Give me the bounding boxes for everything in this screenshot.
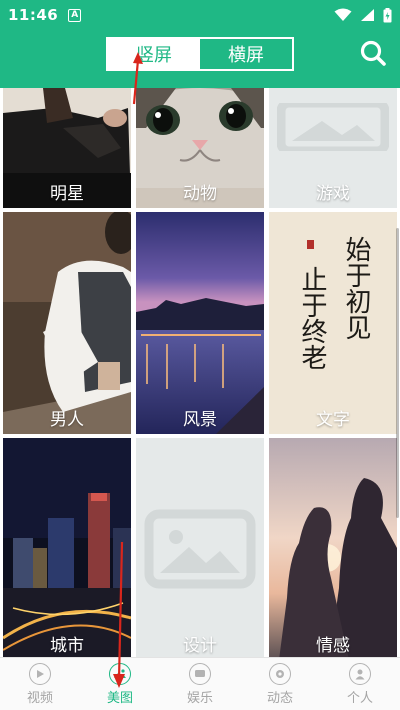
status-bar: 11:46 A xyxy=(0,0,400,30)
image-icon xyxy=(109,662,131,685)
category-tile-scenery[interactable]: 风景 xyxy=(136,212,264,434)
category-tile-men[interactable]: 男人 xyxy=(3,212,131,434)
category-label: 明星 xyxy=(50,184,84,204)
emotion-thumbnail xyxy=(269,438,397,657)
nav-item-video[interactable]: 视频 xyxy=(0,658,80,710)
notification-app-icon: A xyxy=(68,8,82,22)
nav-item-feed[interactable]: 动态 xyxy=(240,658,320,710)
city-thumbnail xyxy=(3,438,131,657)
category-grid: 明星 动物 游戏 男人 风景 始于初见 止于终老 文字 城市 设计 情感 xyxy=(0,88,400,657)
category-tile-animals[interactable]: 动物 xyxy=(136,88,264,208)
category-tile-emotion[interactable]: 情感 xyxy=(269,438,397,657)
status-icons xyxy=(334,7,392,23)
nav-label: 动态 xyxy=(266,690,293,706)
category-label: 情感 xyxy=(316,636,350,656)
category-label: 城市 xyxy=(50,636,84,656)
category-tile-games[interactable]: 游戏 xyxy=(269,88,397,208)
category-label: 文字 xyxy=(316,410,350,430)
nav-item-pictures[interactable]: 美图 xyxy=(80,658,160,710)
category-tile-text[interactable]: 始于初见 止于终老 文字 xyxy=(269,212,397,434)
gear-icon xyxy=(269,662,291,685)
battery-icon xyxy=(383,7,392,22)
status-time: 11:46 xyxy=(8,6,59,24)
category-label: 男人 xyxy=(50,410,84,430)
seal-stamp xyxy=(307,240,314,249)
nav-label: 视频 xyxy=(26,690,53,706)
category-label: 动物 xyxy=(183,184,217,204)
scenery-thumbnail xyxy=(136,212,264,434)
category-tile-city[interactable]: 城市 xyxy=(3,438,131,657)
bottom-navigation: 视频 美图 娱乐 动态 个人 xyxy=(0,657,400,710)
nav-label: 个人 xyxy=(346,690,373,706)
calligraphy-line-1: 始于初见 xyxy=(341,236,371,340)
category-label: 游戏 xyxy=(316,184,350,204)
category-tile-design[interactable]: 设计 xyxy=(136,438,264,657)
wifi-icon xyxy=(334,8,352,21)
play-icon xyxy=(29,662,51,685)
category-label: 设计 xyxy=(183,636,217,656)
nav-label: 美图 xyxy=(106,690,133,706)
calligraphy-line-2: 止于终老 xyxy=(297,266,327,370)
men-thumbnail xyxy=(3,212,131,434)
signal-icon xyxy=(361,9,374,21)
category-tile-celebrity[interactable]: 明星 xyxy=(3,88,131,208)
scrollbar[interactable] xyxy=(396,228,399,518)
category-label: 风景 xyxy=(183,410,217,430)
chat-icon xyxy=(189,662,211,685)
nav-label: 娱乐 xyxy=(186,690,213,706)
image-placeholder-icon xyxy=(144,509,256,589)
nav-item-entertainment[interactable]: 娱乐 xyxy=(160,658,240,710)
orientation-toggle: 竖屏 横屏 xyxy=(106,37,294,71)
nav-item-profile[interactable]: 个人 xyxy=(320,658,400,710)
search-button[interactable] xyxy=(358,38,388,68)
top-header: 竖屏 横屏 xyxy=(0,30,400,88)
person-icon xyxy=(349,662,371,685)
image-placeholder-icon xyxy=(277,103,389,151)
search-icon xyxy=(360,40,386,66)
tab-landscape[interactable]: 横屏 xyxy=(200,39,292,69)
tab-portrait[interactable]: 竖屏 xyxy=(108,39,200,69)
